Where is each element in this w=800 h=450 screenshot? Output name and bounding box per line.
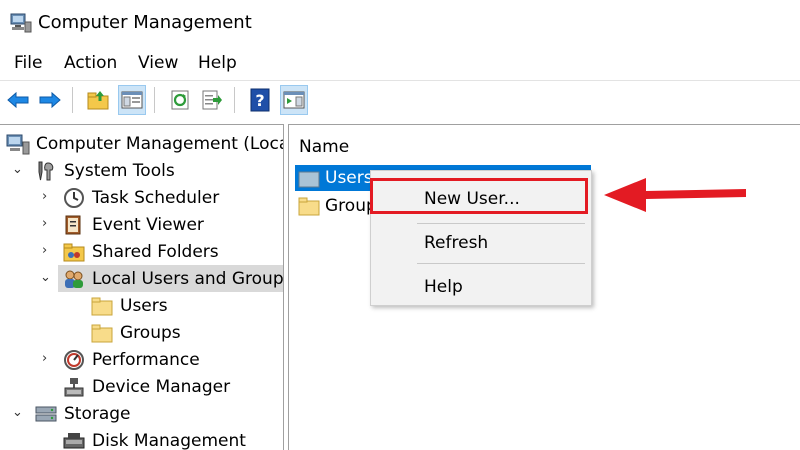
event-viewer-icon bbox=[65, 215, 81, 234]
tree-label: Performance bbox=[92, 349, 200, 370]
chevron-right-icon[interactable]: › bbox=[42, 243, 47, 258]
tree-item-task-scheduler[interactable]: Task Scheduler bbox=[62, 184, 219, 211]
tree-item-computer-management[interactable]: Computer Management (Local) bbox=[6, 130, 284, 157]
tree-item-users[interactable]: Users bbox=[90, 292, 168, 319]
menu-action[interactable]: Action bbox=[64, 53, 117, 73]
context-menu-help[interactable]: Help bbox=[371, 271, 591, 303]
chevron-right-icon[interactable]: › bbox=[42, 351, 47, 366]
title-bar: Computer Management bbox=[0, 0, 800, 46]
tree-label: Shared Folders bbox=[92, 241, 219, 262]
folder-icon bbox=[298, 171, 320, 188]
tree-item-local-users-and-groups[interactable]: Local Users and Groups bbox=[58, 265, 284, 292]
list-item-label: Users bbox=[325, 168, 373, 188]
tree-item-shared-folders[interactable]: Shared Folders bbox=[62, 238, 219, 265]
clock-icon bbox=[64, 187, 84, 208]
shared-folder-icon bbox=[63, 243, 85, 261]
storage-icon bbox=[35, 406, 57, 421]
menu-view[interactable]: View bbox=[138, 53, 178, 73]
computer-management-icon bbox=[6, 134, 30, 154]
chevron-down-icon[interactable]: ⌄ bbox=[12, 162, 23, 177]
export-list-button[interactable] bbox=[198, 85, 226, 115]
folder-icon bbox=[91, 324, 113, 342]
chevron-down-icon[interactable]: ⌄ bbox=[12, 405, 23, 420]
menu-file[interactable]: File bbox=[14, 53, 42, 73]
context-menu-refresh[interactable]: Refresh bbox=[371, 227, 591, 259]
chevron-right-icon[interactable]: › bbox=[42, 189, 47, 204]
help-icon: ? bbox=[250, 88, 270, 112]
window-title: Computer Management bbox=[38, 12, 252, 33]
tree-label: Device Manager bbox=[92, 376, 231, 397]
menu-bar: File Action View Help bbox=[0, 48, 800, 80]
device-manager-icon bbox=[64, 377, 84, 396]
chevron-down-icon[interactable]: ⌄ bbox=[40, 270, 51, 285]
menu-separator bbox=[417, 263, 585, 264]
menu-separator bbox=[417, 223, 585, 224]
toolbar: ? bbox=[0, 80, 800, 120]
tree-label: Groups bbox=[120, 322, 181, 343]
annotation-arrow-icon bbox=[604, 178, 746, 212]
show-hide-console-tree-icon bbox=[121, 91, 143, 109]
tree-label: System Tools bbox=[64, 160, 175, 181]
tree-item-groups[interactable]: Groups bbox=[90, 319, 181, 346]
toolbar-separator bbox=[72, 87, 73, 113]
back-arrow-icon bbox=[7, 91, 29, 109]
refresh-icon bbox=[171, 90, 189, 110]
tree-label: Event Viewer bbox=[92, 214, 204, 235]
users-group-icon bbox=[65, 270, 83, 288]
computer-management-icon bbox=[10, 13, 32, 33]
tree-label: Task Scheduler bbox=[92, 187, 220, 208]
tree-label: Storage bbox=[64, 403, 131, 424]
chevron-right-icon[interactable]: › bbox=[42, 216, 47, 231]
tree-label: Local Users and Groups bbox=[92, 268, 284, 289]
up-one-level-button[interactable] bbox=[84, 85, 112, 115]
annotation-highlight-box bbox=[370, 178, 588, 214]
tree-item-performance[interactable]: Performance bbox=[62, 346, 200, 373]
forward-button[interactable] bbox=[36, 85, 64, 115]
menu-help[interactable]: Help bbox=[198, 53, 237, 73]
forward-arrow-icon bbox=[39, 91, 61, 109]
refresh-button[interactable] bbox=[166, 85, 194, 115]
tree-item-device-manager[interactable]: Device Manager bbox=[62, 373, 230, 400]
tree-label: Computer Management (Local) bbox=[36, 133, 284, 154]
folder-icon bbox=[298, 197, 320, 216]
tools-icon bbox=[38, 161, 54, 180]
tree-item-storage[interactable]: Storage bbox=[34, 400, 131, 427]
toolbar-separator bbox=[154, 87, 155, 113]
svg-text:?: ? bbox=[255, 91, 264, 110]
show-hide-action-pane-icon bbox=[283, 91, 305, 109]
export-list-icon bbox=[202, 90, 222, 110]
tree-label: Disk Management bbox=[92, 430, 246, 450]
show-hide-action-pane-button[interactable] bbox=[280, 85, 308, 115]
toolbar-separator bbox=[234, 87, 235, 113]
tree-item-disk-management[interactable]: Disk Management bbox=[62, 427, 246, 450]
performance-gauge-icon bbox=[64, 349, 84, 370]
folder-icon bbox=[91, 297, 113, 315]
menu-item-label: Help bbox=[424, 277, 463, 297]
help-button[interactable]: ? bbox=[246, 85, 274, 115]
back-button[interactable] bbox=[4, 85, 32, 115]
tree-item-event-viewer[interactable]: Event Viewer bbox=[62, 211, 204, 238]
tree-label: Users bbox=[120, 295, 168, 316]
tree-item-system-tools[interactable]: System Tools bbox=[34, 157, 175, 184]
column-header-name[interactable]: Name bbox=[299, 137, 349, 157]
up-folder-icon bbox=[87, 91, 109, 110]
disk-management-icon bbox=[63, 432, 85, 448]
show-hide-console-tree-button[interactable] bbox=[118, 85, 146, 115]
menu-item-label: Refresh bbox=[424, 233, 489, 253]
console-tree[interactable]: Computer Management (Local) ⌄ System Too… bbox=[0, 124, 284, 450]
